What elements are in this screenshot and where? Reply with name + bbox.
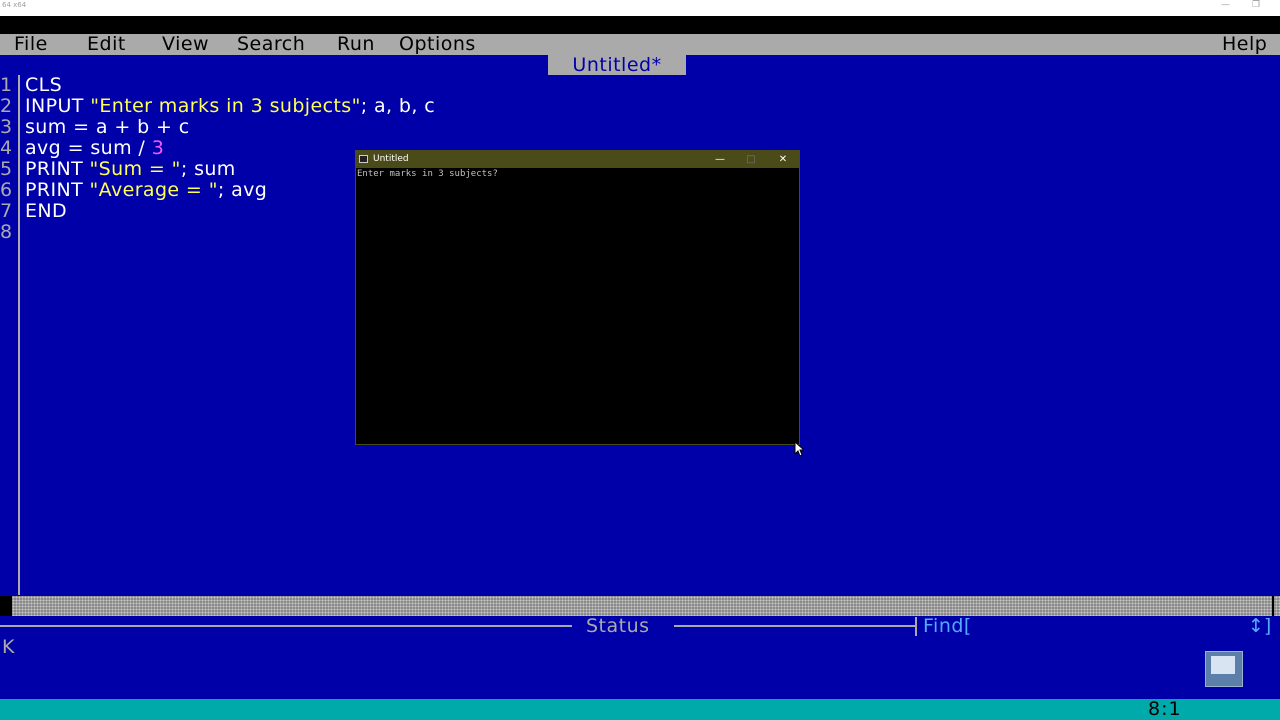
code-token: ; a, b, c [360, 95, 436, 117]
code-token: PRINT [25, 158, 90, 180]
code-token: PRINT [25, 179, 90, 201]
menu-bar: File Edit View Search Run Options Help [0, 34, 1280, 55]
console-title-bar[interactable]: Untitled — □ ✕ [356, 151, 799, 168]
mouse-pointer-icon [794, 441, 804, 457]
code-token: "Average = " [89, 179, 218, 201]
code-token: INPUT [25, 95, 91, 117]
code-text: PRINT "Average = "; avg [25, 180, 267, 201]
menu-options[interactable]: Options [399, 34, 476, 55]
logo-image [1211, 656, 1235, 674]
channel-logo [1205, 651, 1243, 687]
bottom-status-bar: 8:1 [0, 699, 1280, 720]
top-strip [0, 16, 1280, 34]
console-title: Untitled [373, 154, 409, 164]
find-arrows[interactable]: ↕] [1248, 615, 1271, 637]
host-restore-button[interactable]: ❐ [1252, 0, 1260, 13]
menu-view[interactable]: View [162, 34, 209, 55]
line-number: 4 [0, 137, 13, 159]
line-number: 3 [0, 116, 13, 138]
find-separator [915, 617, 917, 636]
scrollbar-thumb[interactable] [0, 596, 12, 616]
output-console-window[interactable]: Untitled — □ ✕ Enter marks in 3 subjects… [355, 150, 800, 445]
console-output: Enter marks in 3 subjects? [357, 169, 498, 179]
code-text: INPUT "Enter marks in 3 subjects"; a, b,… [25, 96, 435, 117]
code-token: avg = sum / [25, 137, 152, 159]
code-text: END [25, 201, 67, 222]
horizontal-scrollbar[interactable] [0, 596, 1280, 616]
code-text: sum = a + b + c [25, 117, 190, 138]
code-token: 3 [151, 137, 165, 159]
host-title-bar: 64 x64 — ❐ [0, 0, 1280, 16]
code-token: sum = a + b + c [25, 116, 190, 138]
status-divider-right [674, 625, 916, 627]
code-token: CLS [25, 74, 63, 96]
menu-help[interactable]: Help [1222, 34, 1267, 55]
console-maximize-button[interactable]: □ [736, 151, 766, 168]
line-number-gutter [18, 75, 20, 595]
code-text: CLS [25, 75, 62, 96]
code-token: ; avg [217, 179, 268, 201]
console-close-button[interactable]: ✕ [768, 151, 798, 168]
line-number: 8 [0, 221, 13, 243]
line-number: 2 [0, 95, 13, 117]
find-label[interactable]: Find[ [923, 615, 972, 637]
menu-run[interactable]: Run [337, 34, 375, 55]
code-token: "Enter marks in 3 subjects" [90, 95, 361, 117]
menu-file[interactable]: File [14, 34, 48, 55]
status-label: Status [586, 615, 650, 637]
line-number: 1 [0, 74, 13, 96]
menu-edit[interactable]: Edit [87, 34, 126, 55]
code-token: ; sum [180, 158, 236, 180]
host-title: 64 x64 [2, 1, 27, 9]
code-text: PRINT "Sum = "; sum [25, 159, 236, 180]
line-number: 6 [0, 179, 13, 201]
editor-title: Untitled* [548, 55, 686, 75]
cursor-position: 8:1 [1148, 698, 1182, 720]
code-text: avg = sum / 3 [25, 138, 164, 159]
line-number: 5 [0, 158, 13, 180]
menu-search[interactable]: Search [237, 34, 305, 55]
host-minimize-button[interactable]: — [1221, 0, 1230, 13]
line-number: 7 [0, 200, 13, 222]
code-token: END [25, 200, 68, 222]
scrollbar-end [1272, 596, 1274, 616]
status-divider-left [0, 625, 572, 627]
status-text: K [2, 636, 15, 658]
console-minimize-button[interactable]: — [705, 151, 735, 168]
console-app-icon [359, 155, 368, 163]
code-token: "Sum = " [89, 158, 181, 180]
